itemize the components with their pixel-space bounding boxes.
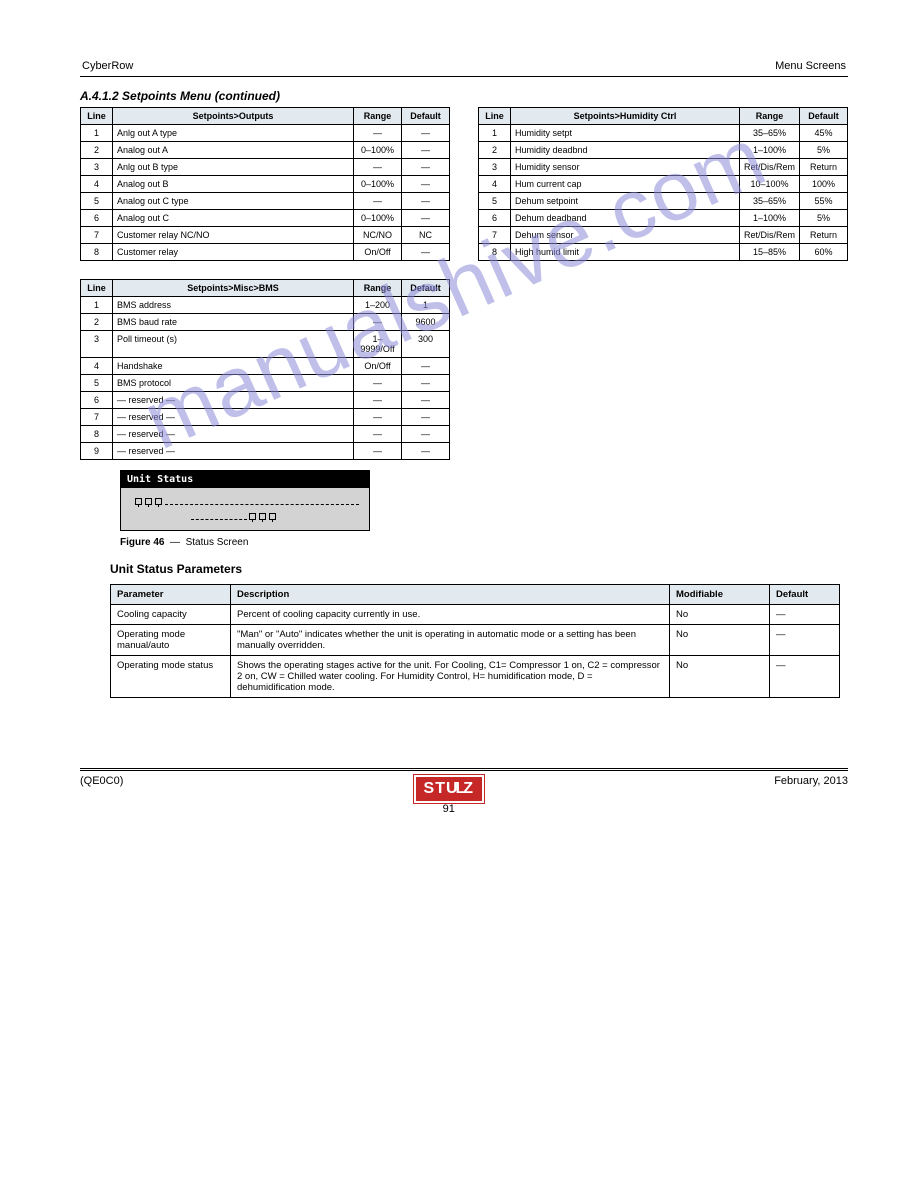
figure-label: Figure 46 <box>120 537 164 548</box>
table-row: 4HandshakeOn/Off— <box>81 358 450 375</box>
status-icon <box>259 513 266 520</box>
header-left: CyberRow <box>82 60 133 72</box>
th-range: Range <box>739 108 799 125</box>
th-default: Default <box>402 280 450 297</box>
th-range: Range <box>354 108 402 125</box>
humidity-table: Line Setpoints>Humidity Ctrl Range Defau… <box>478 107 848 261</box>
header-rule <box>80 76 848 77</box>
table-row: 3Anlg out B type—— <box>81 159 450 176</box>
table-row: 5Analog out C type—— <box>81 193 450 210</box>
table-row: 4Analog out B0–100%— <box>81 176 450 193</box>
table-row: 2Humidity deadbnd1–100%5% <box>479 142 848 159</box>
table-row: 9— reserved ——— <box>81 443 450 460</box>
bms-table: Line Setpoints>Misc>BMS Range Default 1B… <box>80 279 450 460</box>
table-row: 3Poll timeout (s)1–9999/Off300 <box>81 331 450 358</box>
table-row: 4Hum current cap10–100%100% <box>479 176 848 193</box>
table-row: 7— reserved ——— <box>81 409 450 426</box>
table-row: 7Customer relay NC/NONC/NONC <box>81 227 450 244</box>
table-row: 3Humidity sensorRet/Dis/RemReturn <box>479 159 848 176</box>
table-row: 2Analog out A0–100%— <box>81 142 450 159</box>
footer-page: 91 <box>443 803 455 815</box>
th-default: Default <box>800 108 848 125</box>
table-row: Operating mode manual/auto"Man" or "Auto… <box>111 625 840 656</box>
th-name: Setpoints>Misc>BMS <box>113 280 354 297</box>
th-line: Line <box>479 108 511 125</box>
th-desc: Description <box>231 585 670 605</box>
table-row: 7Dehum sensorRet/Dis/RemReturn <box>479 227 848 244</box>
status-icon <box>155 498 162 505</box>
status-icon <box>249 513 256 520</box>
status-icon <box>269 513 276 520</box>
table-row: 5Dehum setpoint35–65%55% <box>479 193 848 210</box>
table-row: 1BMS address1–2001 <box>81 297 450 314</box>
outputs-table: Line Setpoints>Outputs Range Default 1An… <box>80 107 450 261</box>
table-row: 2BMS baud rate—9600 <box>81 314 450 331</box>
section-heading: A.4.1.2 Setpoints Menu (continued) <box>80 89 848 103</box>
footer-left: (QE0C0) <box>80 775 123 787</box>
figure-text: Status Screen <box>186 537 249 548</box>
header-right: Menu Screens <box>775 60 846 72</box>
table-row: 6Analog out C0–100%— <box>81 210 450 227</box>
table-row: 6Dehum deadband1–100%5% <box>479 210 848 227</box>
th-name: Setpoints>Humidity Ctrl <box>511 108 740 125</box>
table-row: 1Anlg out A type—— <box>81 125 450 142</box>
th-def: Default <box>770 585 840 605</box>
status-icon <box>145 498 152 505</box>
table-row: 8— reserved ——— <box>81 426 450 443</box>
th-range: Range <box>354 280 402 297</box>
th-mod: Modifiable <box>670 585 770 605</box>
status-icon <box>135 498 142 505</box>
footer-date: February, 2013 <box>774 775 848 787</box>
th-line: Line <box>81 108 113 125</box>
table-row: 6— reserved ——— <box>81 392 450 409</box>
th-default: Default <box>402 108 450 125</box>
params-table: Parameter Description Modifiable Default… <box>110 584 840 698</box>
th-line: Line <box>81 280 113 297</box>
footer-rule <box>80 768 848 771</box>
table-row: 1Humidity setpt35–65%45% <box>479 125 848 142</box>
params-title: Unit Status Parameters <box>110 562 848 576</box>
table-row: 8Customer relayOn/Off— <box>81 244 450 261</box>
table-row: 5BMS protocol—— <box>81 375 450 392</box>
table-row: Operating mode statusShows the operating… <box>111 656 840 698</box>
status-title: Unit Status <box>121 471 369 488</box>
th-param: Parameter <box>111 585 231 605</box>
th-name: Setpoints>Outputs <box>113 108 354 125</box>
table-row: 8High humid limit15–85%60% <box>479 244 848 261</box>
stulz-logo: STULZ <box>414 775 485 803</box>
status-screen: Unit Status <box>120 470 370 531</box>
table-row: Cooling capacityPercent of cooling capac… <box>111 605 840 625</box>
